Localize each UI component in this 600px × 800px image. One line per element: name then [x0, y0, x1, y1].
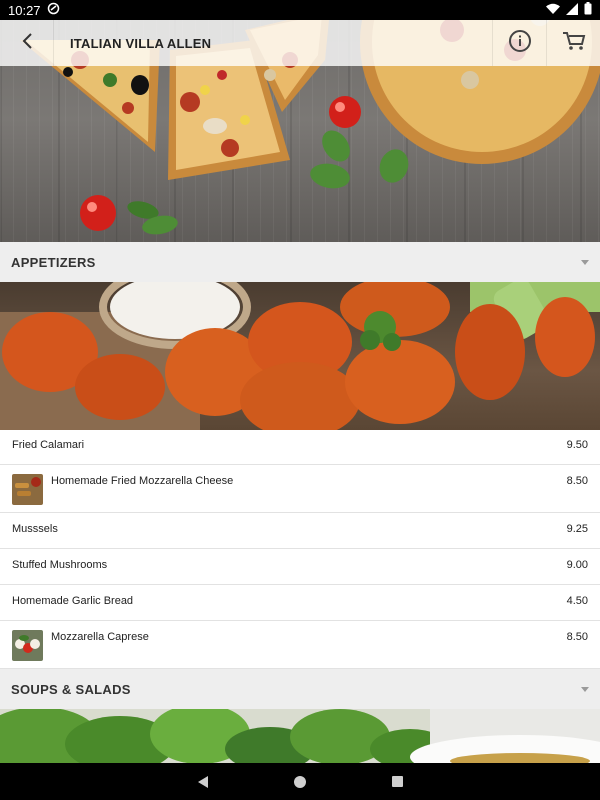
item-name: Mozzarella Caprese	[51, 631, 149, 643]
item-name: Stuffed Mushrooms	[12, 559, 108, 571]
info-icon	[508, 29, 532, 58]
item-thumbnail	[12, 630, 43, 661]
item-price: 8.50	[566, 631, 588, 643]
battery-icon	[584, 2, 592, 18]
wings-illustration	[0, 282, 600, 430]
item-name: Homemade Fried Mozzarella Cheese	[51, 475, 234, 487]
chevron-down-icon	[581, 686, 589, 692]
cart-icon	[562, 30, 586, 57]
navigation-bar	[0, 763, 600, 800]
item-price: 9.00	[566, 559, 588, 571]
menu-item-fried-calamari[interactable]: Fried Calamari 9.50	[0, 429, 600, 465]
menu-item-mozzarella-caprese[interactable]: Mozzarella Caprese 8.50	[0, 621, 600, 669]
item-price: 9.25	[566, 523, 588, 535]
page-title: ITALIAN VILLA ALLEN	[70, 35, 212, 51]
menu-item-garlic-bread[interactable]: Homemade Garlic Bread 4.50	[0, 585, 600, 621]
item-price: 8.50	[566, 475, 588, 487]
salad-illustration	[0, 709, 600, 763]
item-price: 4.50	[566, 595, 588, 607]
status-bar: 10:27	[0, 0, 600, 20]
menu-item-mussels[interactable]: Musssels 9.25	[0, 513, 600, 549]
back-icon	[21, 32, 33, 55]
app-bar: ITALIAN VILLA ALLEN	[0, 20, 600, 66]
nav-back-icon[interactable]	[197, 775, 208, 788]
appetizers-list: Fried Calamari 9.50 Homemade Fried Mozza…	[0, 429, 600, 669]
chevron-down-icon	[581, 259, 589, 265]
category-image-appetizers	[0, 282, 600, 430]
signal-icon	[566, 2, 578, 18]
category-image-soups-salads	[0, 709, 600, 763]
info-button[interactable]	[492, 20, 546, 66]
wifi-icon	[546, 3, 560, 18]
cart-button[interactable]	[546, 20, 600, 66]
item-name: Fried Calamari	[12, 439, 85, 451]
item-price: 9.50	[566, 439, 588, 451]
item-thumbnail	[12, 474, 43, 505]
nav-recent-icon[interactable]	[391, 776, 403, 787]
item-name: Homemade Garlic Bread	[12, 595, 134, 607]
sync-icon	[47, 2, 60, 18]
category-header-soups-salads[interactable]: SOUPS & SALADS	[0, 669, 600, 709]
status-time: 10:27	[8, 2, 41, 18]
item-name: Musssels	[12, 523, 58, 535]
menu-item-stuffed-mushrooms[interactable]: Stuffed Mushrooms 9.00	[0, 549, 600, 585]
category-title: APPETIZERS	[11, 254, 96, 270]
back-button[interactable]	[0, 20, 54, 66]
menu-item-fried-mozzarella[interactable]: Homemade Fried Mozzarella Cheese 8.50	[0, 465, 600, 513]
category-title: SOUPS & SALADS	[11, 681, 131, 697]
category-header-appetizers[interactable]: APPETIZERS	[0, 242, 600, 282]
nav-home-icon[interactable]	[293, 775, 306, 788]
